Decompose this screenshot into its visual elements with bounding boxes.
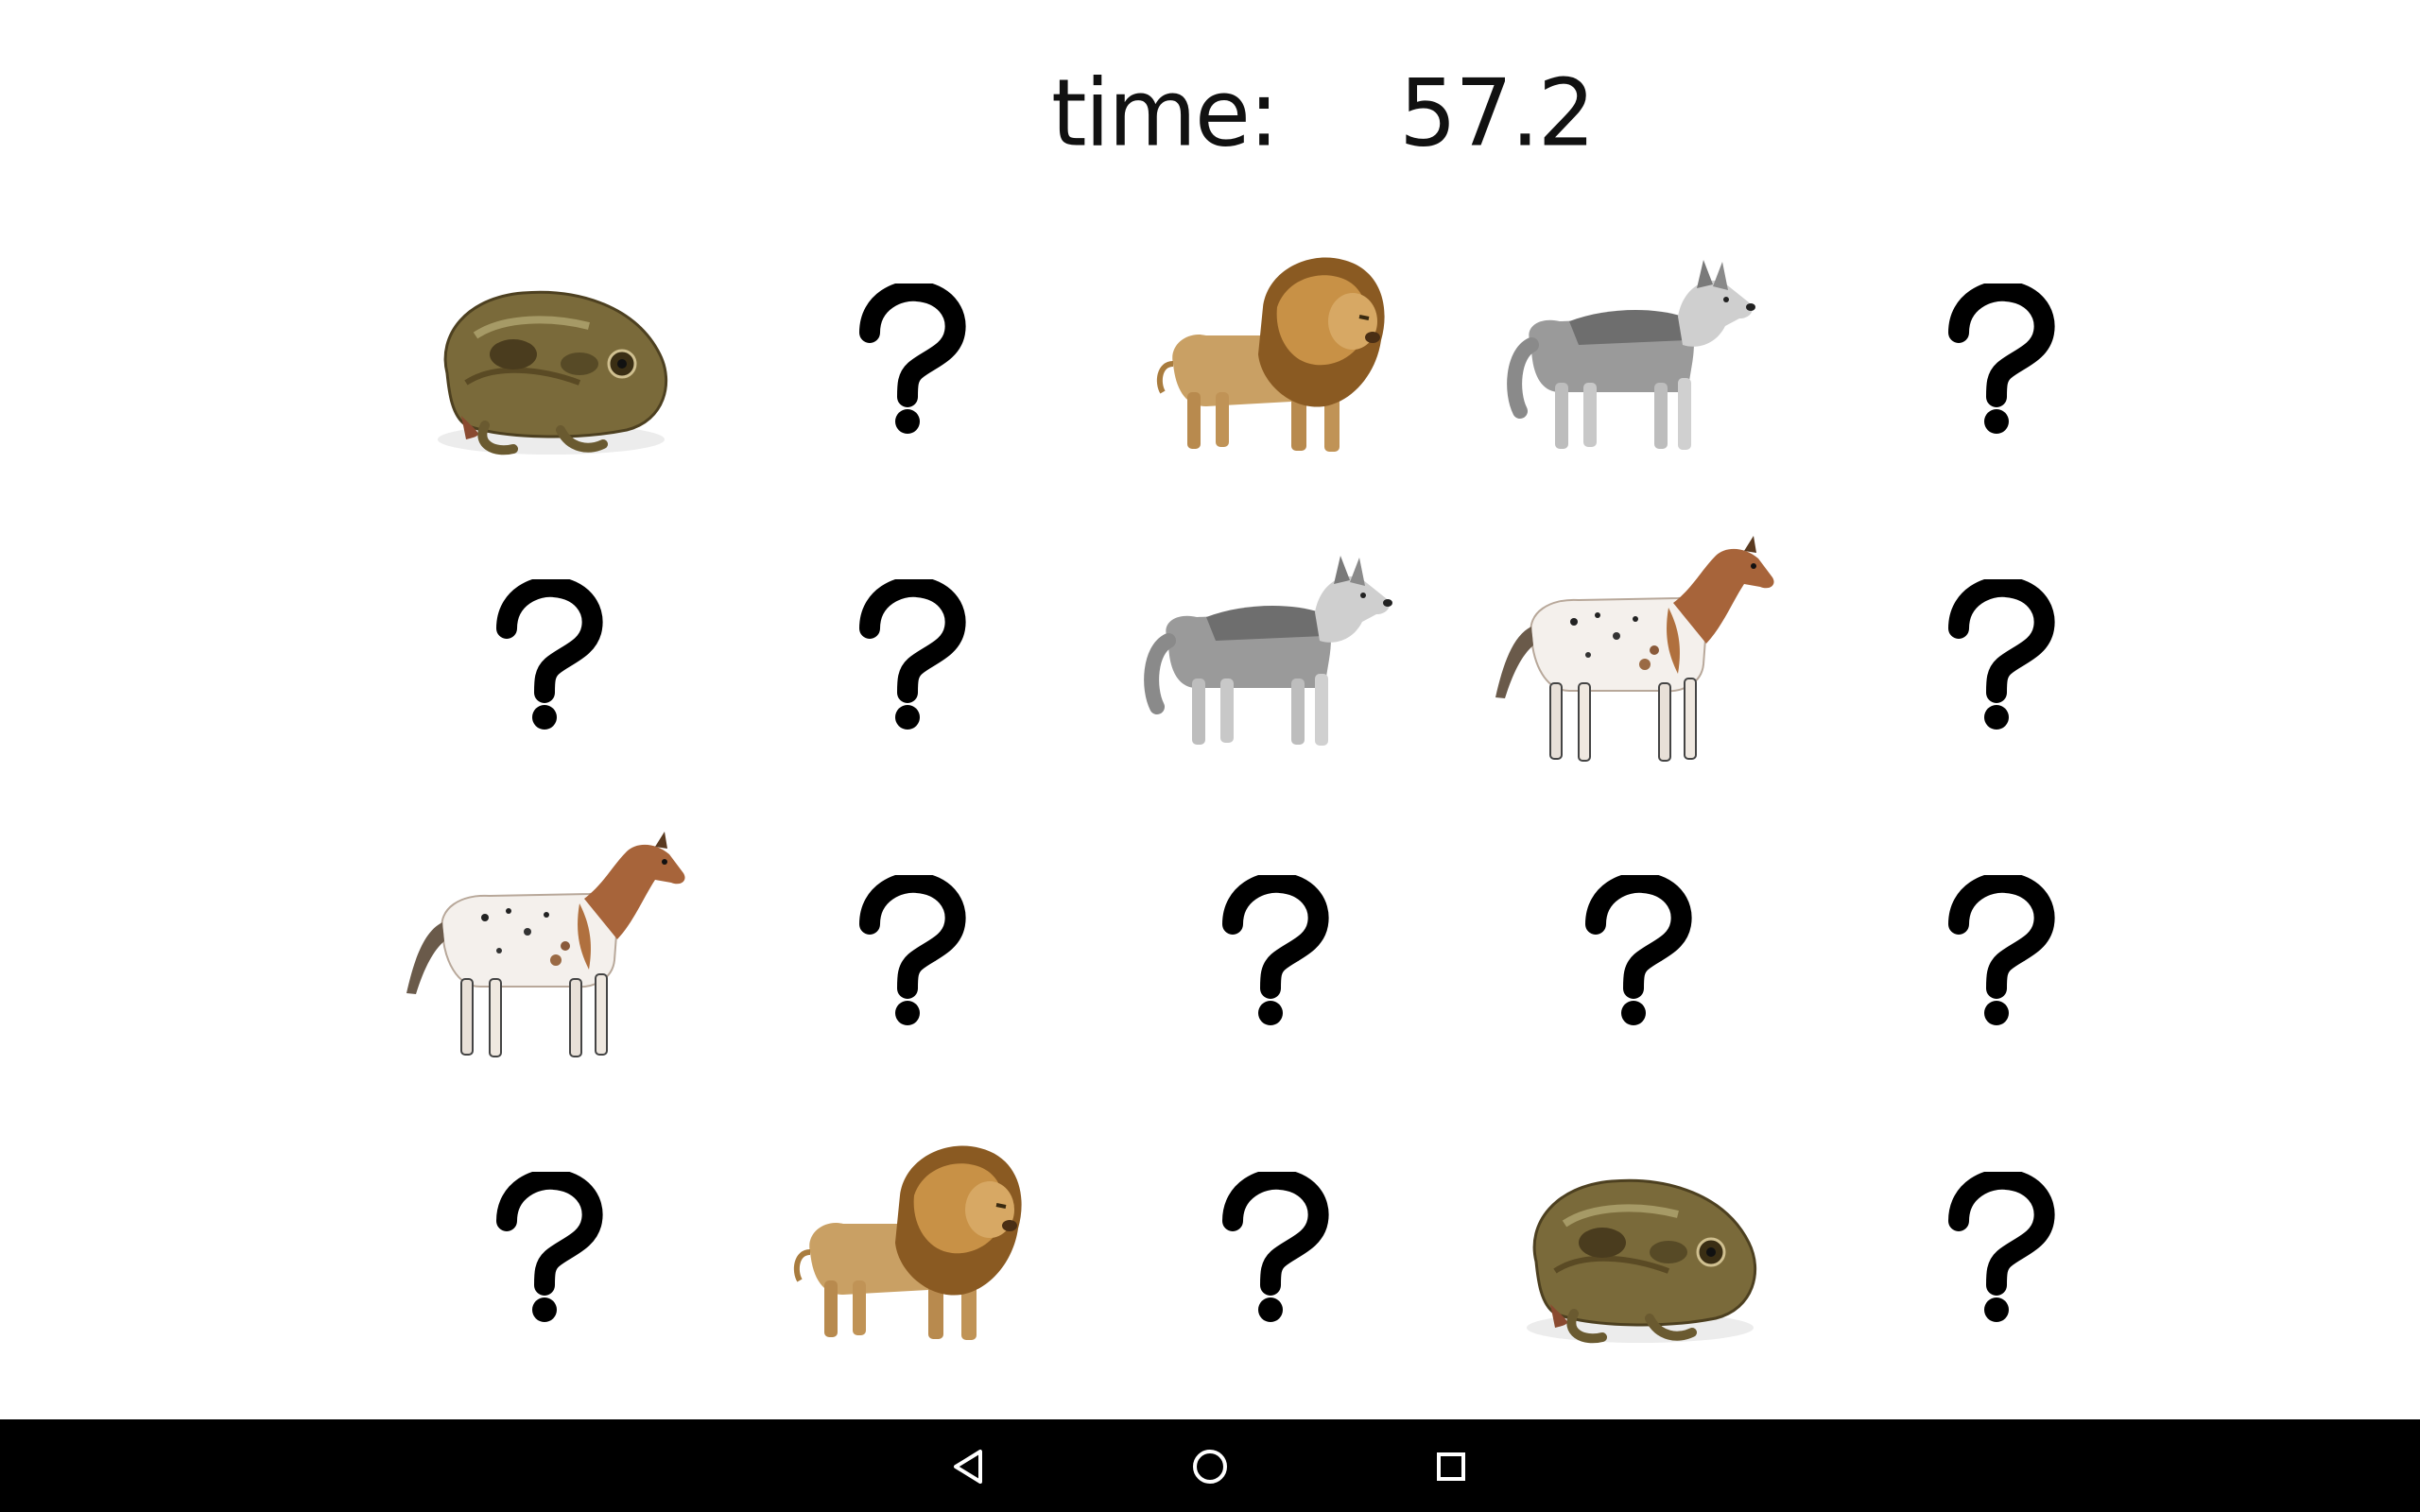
memory-card-lion[interactable] [753, 1125, 1065, 1370]
question-mark-icon [1222, 875, 1329, 1025]
question-mark-icon [496, 1172, 603, 1322]
memory-card-horse[interactable] [390, 828, 702, 1074]
question-mark-icon [496, 579, 603, 730]
memory-card-hidden[interactable] [1842, 828, 2154, 1074]
android-navigation-bar [0, 1419, 2420, 1512]
memory-card-hidden[interactable] [1116, 828, 1428, 1074]
question-mark-icon [1585, 875, 1692, 1025]
question-mark-icon [1948, 579, 2055, 730]
frog-image [1527, 1178, 1757, 1344]
question-mark-icon [1948, 1172, 2055, 1322]
memory-card-hidden[interactable] [390, 532, 702, 778]
memory-card-hidden[interactable] [1842, 532, 2154, 778]
frog-image [438, 290, 668, 455]
back-triangle-icon [954, 1450, 982, 1484]
question-mark-icon [1948, 284, 2055, 434]
memory-card-hidden[interactable] [1116, 1125, 1428, 1370]
memory-card-hidden[interactable] [1842, 236, 2154, 482]
wolf-image [1144, 556, 1392, 746]
question-mark-icon [1222, 1172, 1329, 1322]
memory-card-hidden[interactable] [1479, 828, 1791, 1074]
lion-image [1156, 257, 1385, 452]
recents-square-icon [1437, 1452, 1465, 1481]
timer-value: 57.2 [1399, 59, 1596, 168]
question-mark-icon [859, 875, 966, 1025]
question-mark-icon [859, 579, 966, 730]
memory-card-wolf[interactable] [1116, 532, 1428, 778]
memory-card-hidden[interactable] [390, 1125, 702, 1370]
lion-image [793, 1145, 1022, 1340]
memory-card-frog[interactable] [390, 236, 702, 482]
memory-card-hidden[interactable] [753, 236, 1065, 482]
timer-display: time: 57.2 [1040, 57, 1596, 170]
memory-card-wolf[interactable] [1479, 236, 1791, 482]
back-button[interactable] [931, 1429, 1007, 1504]
recents-button[interactable] [1413, 1429, 1489, 1504]
memory-card-hidden[interactable] [753, 532, 1065, 778]
question-mark-icon [1948, 875, 2055, 1025]
memory-card-hidden[interactable] [753, 828, 1065, 1074]
timer-label: time: [1051, 59, 1279, 168]
horse-image [406, 832, 685, 1057]
memory-card-hidden[interactable] [1842, 1125, 2154, 1370]
memory-card-frog[interactable] [1479, 1125, 1791, 1370]
wolf-image [1507, 260, 1755, 450]
home-button[interactable] [1172, 1429, 1248, 1504]
memory-card-lion[interactable] [1116, 236, 1428, 482]
home-circle-icon [1193, 1450, 1227, 1484]
memory-card-horse[interactable] [1479, 532, 1791, 778]
game-screen: time: 57.2 [0, 0, 2420, 1512]
horse-image [1495, 536, 1774, 762]
question-mark-icon [859, 284, 966, 434]
